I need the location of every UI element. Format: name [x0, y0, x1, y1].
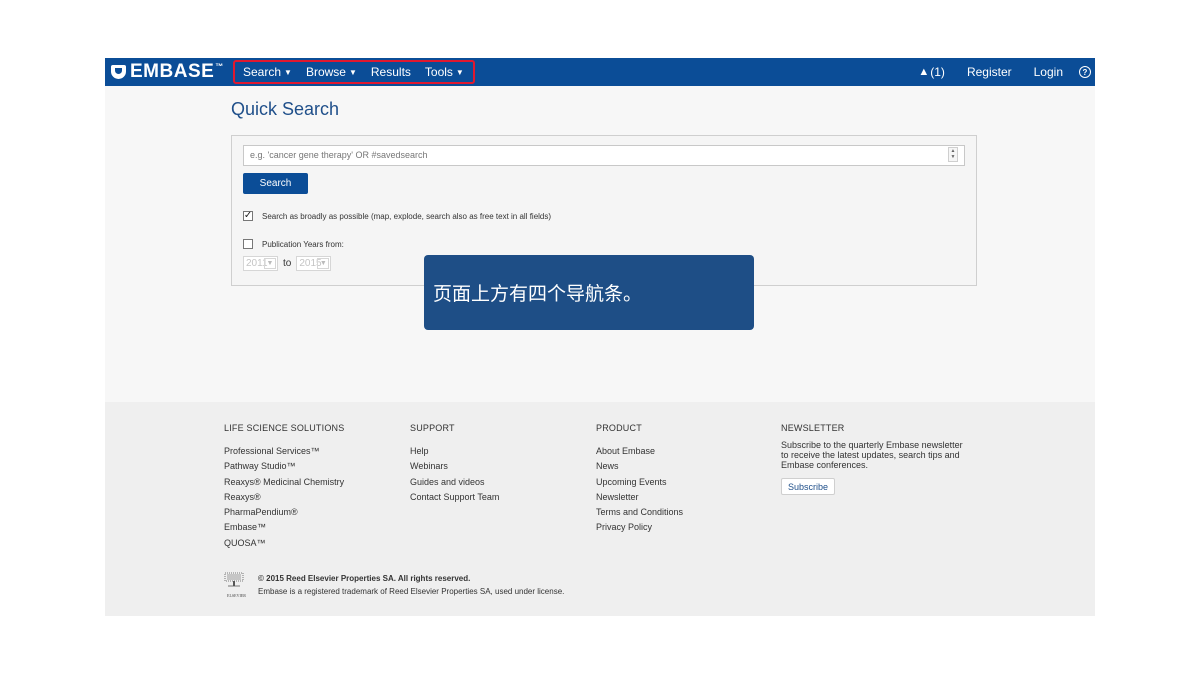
footer-link[interactable]: PharmaPendium® [224, 505, 344, 520]
alerts-button[interactable]: ▲ (1) [918, 65, 945, 79]
elsevier-wordmark: ELSEVIER [227, 593, 246, 598]
year-to-label: to [283, 258, 292, 269]
year-range: 2011 ▼ to 2015 ▼ [243, 256, 332, 271]
nav-results-label: Results [370, 65, 411, 79]
footer-heading: PRODUCT [596, 423, 642, 433]
elsevier-tree-logo: ELSEVIER [224, 572, 249, 598]
footer: LIFE SCIENCE SOLUTIONS Professional Serv… [105, 402, 1095, 616]
annotation-tooltip: 页面上方有四个导航条。 [424, 255, 754, 330]
nav-search-menu[interactable]: Search ▼ [243, 65, 292, 79]
bell-icon: ▲ [918, 66, 930, 78]
year-from-select[interactable]: 2011 ▼ [243, 256, 278, 271]
year-to-select[interactable]: 2015 ▼ [296, 256, 332, 271]
footer-link[interactable]: Webinars [410, 459, 499, 474]
publication-years-label: Publication Years from: [262, 239, 344, 249]
footer-link[interactable]: Reaxys® [224, 490, 344, 505]
footer-life-science: LIFE SCIENCE SOLUTIONS Professional Serv… [224, 423, 344, 551]
footer-product: PRODUCT About Embase News Upcoming Event… [596, 423, 683, 536]
footer-heading: LIFE SCIENCE SOLUTIONS [224, 423, 345, 433]
footer-support: SUPPORT Help Webinars Guides and videos … [410, 423, 499, 505]
footer-heading: SUPPORT [410, 423, 455, 433]
register-link[interactable]: Register [967, 65, 1012, 79]
copyright-line: © 2015 Reed Elsevier Properties SA. All … [258, 574, 471, 583]
search-input[interactable]: e.g. 'cancer gene therapy' OR #savedsear… [243, 145, 965, 166]
caret-down-icon: ▼ [284, 67, 292, 77]
newsletter-description: Subscribe to the quarterly Embase newsle… [781, 440, 963, 470]
nav-browse-label: Browse [305, 65, 346, 79]
nav-browse-menu[interactable]: Browse ▼ [306, 65, 357, 79]
search-button[interactable]: Search [243, 173, 308, 194]
chevron-down-icon: ▼ [264, 258, 276, 269]
footer-heading: NEWSLETTER [781, 423, 845, 433]
embase-logo[interactable]: EMBASE ™ [111, 59, 223, 85]
footer-link[interactable]: Professional Services™ [224, 444, 344, 459]
publication-years-checkbox[interactable] [243, 239, 253, 249]
nav-tools-menu[interactable]: Tools ▼ [425, 65, 464, 79]
top-navigation-bar: EMBASE ™ Search ▼ Browse ▼ Results Tools… [105, 58, 1095, 86]
footer-link[interactable]: QUOSA™ [224, 536, 344, 551]
footer-link[interactable]: About Embase [596, 444, 683, 459]
publication-years-option: Publication Years from: [243, 239, 344, 249]
nav-tools-label: Tools [424, 65, 453, 79]
nav-search-label: Search [243, 65, 282, 79]
trademark-line: Embase is a registered trademark of Reed… [258, 587, 565, 596]
chevron-down-icon: ▼ [317, 258, 330, 269]
subscribe-button[interactable]: Subscribe [781, 478, 836, 495]
copyright-block: ELSEVIER © 2015 Reed Elsevier Properties… [224, 572, 564, 598]
page-title: Quick Search [231, 99, 340, 119]
nav-results-link[interactable]: Results [371, 65, 411, 79]
broad-search-checkbox[interactable]: ✓ [243, 211, 253, 221]
footer-link[interactable]: Privacy Policy [596, 520, 683, 535]
footer-link[interactable]: Pathway Studio™ [224, 459, 344, 474]
logo-text: EMBASE [130, 61, 215, 82]
copyright-text: © 2015 Reed Elsevier Properties SA. All … [258, 572, 564, 598]
tree-icon [224, 572, 244, 587]
shield-icon [111, 65, 126, 79]
footer-link[interactable]: Upcoming Events [596, 475, 683, 490]
page-frame: EMBASE ™ Search ▼ Browse ▼ Results Tools… [105, 58, 1095, 616]
right-navigation: ▲ (1) Register Login ? [896, 58, 1091, 86]
footer-link[interactable]: Terms and Conditions [596, 505, 683, 520]
caret-down-icon: ▼ [455, 67, 464, 77]
broad-search-label: Search as broadly as possible (map, expl… [262, 211, 552, 221]
footer-link[interactable]: Help [410, 444, 499, 459]
footer-newsletter: NEWSLETTER Subscribe to the quarterly Em… [781, 423, 963, 495]
footer-link[interactable]: Embase™ [224, 520, 344, 535]
main-navigation: Search ▼ Browse ▼ Results Tools ▼ [233, 60, 475, 84]
footer-link[interactable]: Guides and videos [410, 475, 499, 490]
input-spin-icon[interactable]: ▲ ▼ [948, 147, 958, 162]
help-icon[interactable]: ? [1079, 66, 1091, 78]
caret-down-icon: ▼ [348, 67, 357, 77]
alerts-count: (1) [930, 65, 945, 79]
broad-search-option: ✓ Search as broadly as possible (map, ex… [243, 211, 551, 221]
footer-link[interactable]: News [596, 459, 683, 474]
login-link[interactable]: Login [1034, 65, 1063, 79]
footer-link[interactable]: Newsletter [596, 490, 683, 505]
footer-link[interactable]: Reaxys® Medicinal Chemistry [224, 475, 344, 490]
trademark-symbol: ™ [215, 61, 224, 71]
footer-link[interactable]: Contact Support Team [410, 490, 499, 505]
